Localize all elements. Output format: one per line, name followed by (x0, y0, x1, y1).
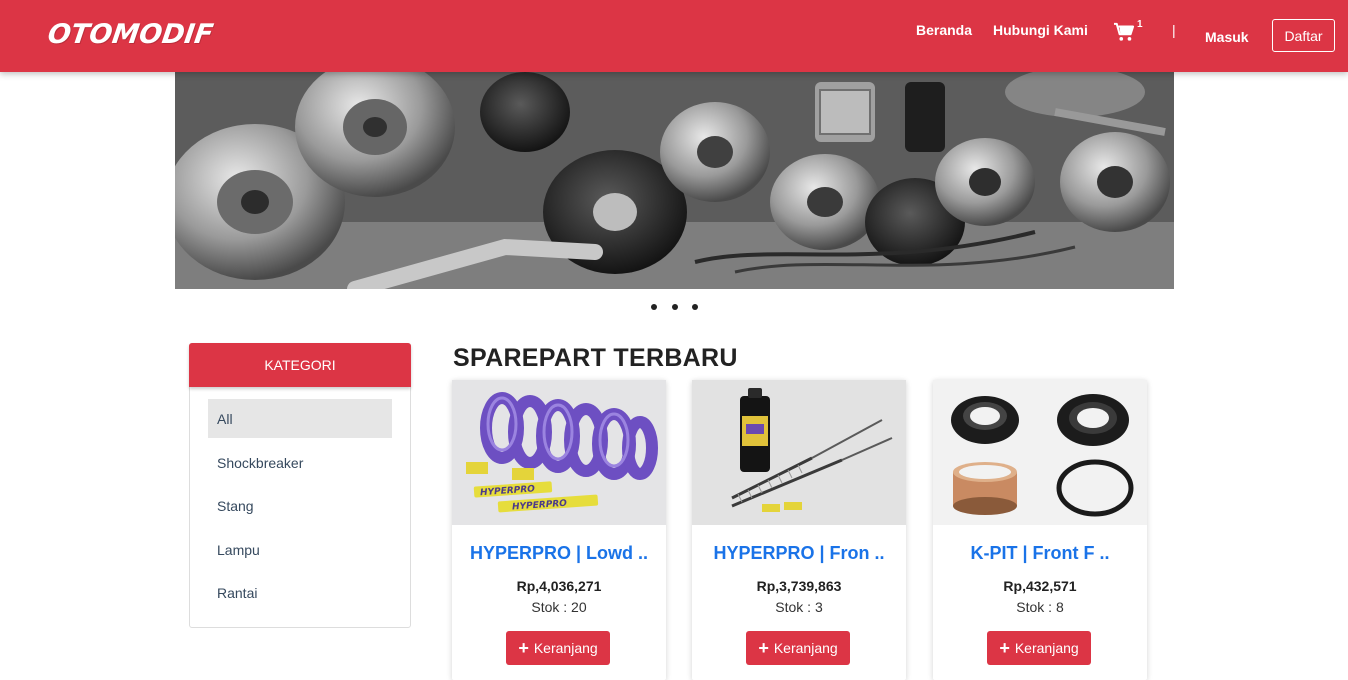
product-stock: Stok : 20 (531, 599, 587, 615)
product-stock: Stok : 3 (775, 599, 823, 615)
product-card[interactable]: K-PIT | Front F .. Rp,432,571 Stok : 8 +… (933, 380, 1147, 680)
product-image-fork-springs[interactable] (692, 380, 906, 525)
add-to-cart-button[interactable]: + Keranjang (506, 631, 610, 665)
product-image-spring[interactable]: HYPERPRO HYPERPRO (452, 380, 666, 525)
login-link[interactable]: Masuk (1205, 29, 1249, 45)
product-image-seals[interactable] (933, 380, 1147, 525)
nav-separator: | (1172, 22, 1176, 38)
brand-logo[interactable]: OTOMODIF (46, 19, 215, 50)
product-price: Rp,4,036,271 (516, 578, 602, 594)
category-item-all[interactable]: All (208, 399, 392, 438)
register-button[interactable]: Daftar (1272, 19, 1335, 52)
carousel-dot[interactable] (692, 304, 698, 310)
carousel-indicators (645, 304, 705, 318)
product-price: Rp,432,571 (1003, 578, 1077, 594)
product-card[interactable]: HYPERPRO | Fron .. Rp,3,739,863 Stok : 3… (692, 380, 906, 680)
add-to-cart-label: Keranjang (773, 640, 838, 656)
product-title[interactable]: HYPERPRO | Lowd .. (452, 543, 666, 564)
product-price: Rp,3,739,863 (756, 578, 842, 594)
cart-icon[interactable] (1113, 22, 1135, 42)
hero-banner-image (175, 72, 1174, 289)
product-stock: Stok : 8 (1016, 599, 1064, 615)
product-title[interactable]: HYPERPRO | Fron .. (692, 543, 906, 564)
plus-icon: + (518, 638, 529, 658)
plus-icon: + (758, 638, 769, 658)
nav-home-link[interactable]: Beranda (916, 22, 972, 38)
add-to-cart-button[interactable]: + Keranjang (987, 631, 1091, 665)
plus-icon: + (999, 638, 1010, 658)
cart-count-badge: 1 (1137, 19, 1143, 30)
product-card[interactable]: HYPERPRO HYPERPRO HYPERPRO | Lowd .. Rp,… (452, 380, 666, 680)
nav-contact-link[interactable]: Hubungi Kami (993, 22, 1088, 38)
category-panel: KATEGORI All Shockbreaker Stang Lampu Ra… (189, 343, 411, 628)
carousel-dot[interactable] (672, 304, 678, 310)
category-item-stang[interactable]: Stang (208, 486, 392, 525)
add-to-cart-label: Keranjang (533, 640, 598, 656)
category-item-lampu[interactable]: Lampu (208, 530, 392, 569)
add-to-cart-button[interactable]: + Keranjang (746, 631, 850, 665)
product-title[interactable]: K-PIT | Front F .. (933, 543, 1147, 564)
section-title: SPAREPART TERBARU (453, 344, 738, 372)
navbar: OTOMODIF Beranda Hubungi Kami 1 | Masuk … (0, 0, 1348, 72)
carousel-dot[interactable] (651, 304, 657, 310)
category-header: KATEGORI (189, 343, 411, 387)
category-item-rantai[interactable]: Rantai (208, 573, 392, 612)
add-to-cart-label: Keranjang (1014, 640, 1079, 656)
category-item-shockbreaker[interactable]: Shockbreaker (208, 443, 392, 482)
